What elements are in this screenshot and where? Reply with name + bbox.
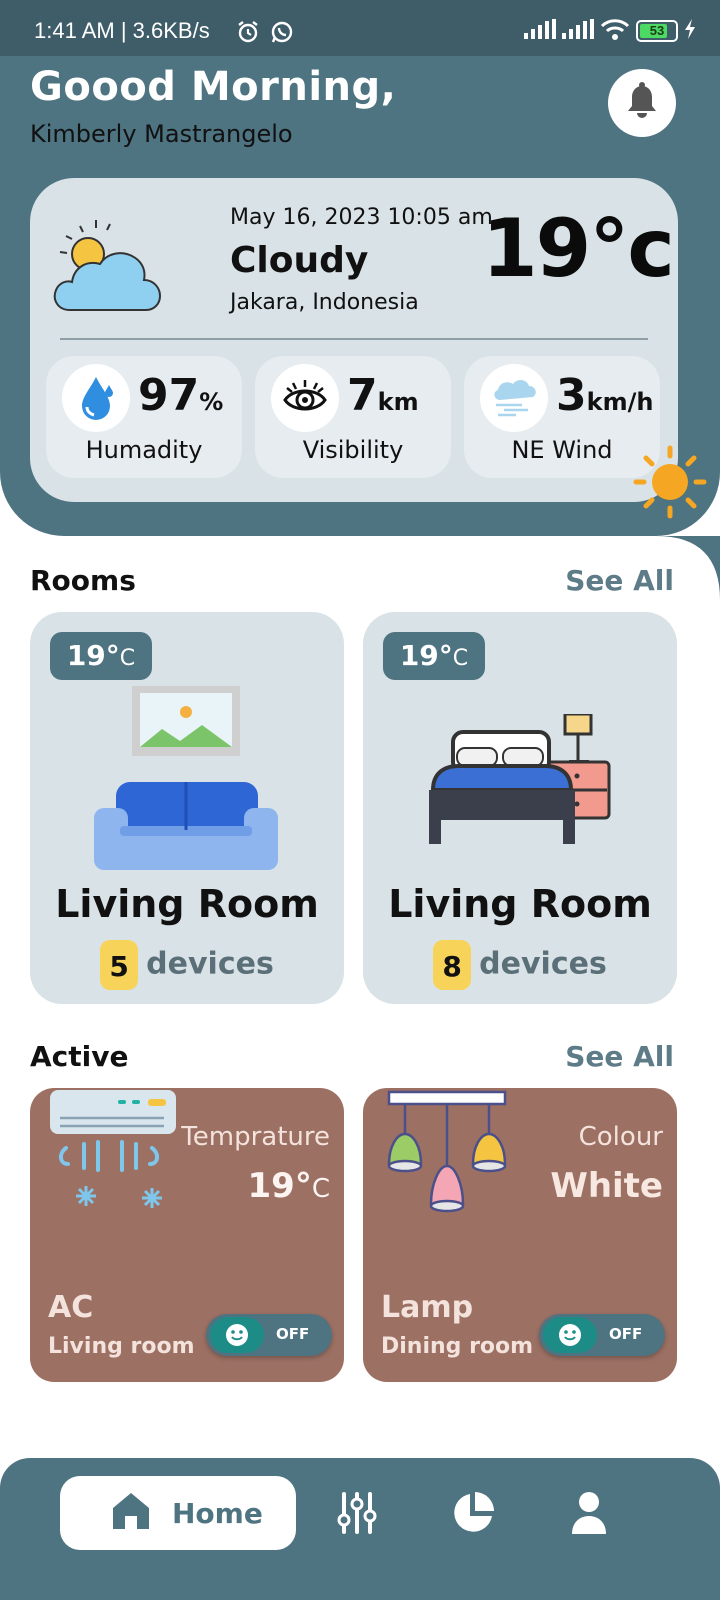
sofa-icon: [92, 686, 282, 876]
nav-home-tab[interactable]: Home: [60, 1476, 296, 1550]
humidity-unit: %: [199, 388, 224, 416]
visibility-value: 7: [347, 370, 378, 421]
visibility-label: Visibility: [302, 436, 404, 464]
visibility-stat: 7km Visibility: [255, 356, 451, 478]
device-count-badge: 5: [100, 940, 139, 990]
device-count-badge: 8: [433, 940, 472, 990]
active-see-all-link[interactable]: See All: [565, 1040, 674, 1073]
wind-label: NE Wind: [511, 436, 613, 464]
water-drop-icon: [62, 364, 130, 432]
battery-icon: 53: [636, 20, 678, 42]
toggle-state: OFF: [609, 1325, 643, 1343]
pie-chart-icon[interactable]: [450, 1490, 496, 1536]
device-name: Lamp: [381, 1290, 474, 1325]
temperature-number: 19°: [247, 1166, 312, 1206]
bottom-navigation: Home: [0, 1458, 720, 1600]
signal-icon: [562, 19, 594, 43]
nav-home-label: Home: [172, 1496, 263, 1530]
home-icon: [110, 1490, 152, 1536]
device-room: Living room: [48, 1334, 195, 1359]
smile-icon: [210, 1317, 264, 1353]
toggle-state: OFF: [276, 1325, 310, 1343]
weather-card: May 16, 2023 10:05 am Cloudy Jakara, Ind…: [30, 178, 678, 502]
weather-condition: Cloudy: [230, 240, 369, 281]
rooms-title: Rooms: [30, 564, 136, 597]
room-devices: 5 devices: [30, 940, 344, 990]
sun-icon: [632, 444, 708, 524]
power-toggle[interactable]: OFF: [539, 1314, 665, 1356]
room-name: Living Room: [55, 882, 319, 926]
weather-location: Jakara, Indonesia: [230, 290, 419, 315]
wifi-icon: [600, 18, 630, 44]
weather-date: May 16, 2023 10:05 am: [230, 205, 493, 230]
humidity-label: Humadity: [85, 436, 203, 464]
eye-icon: [271, 364, 339, 432]
active-device-card[interactable]: Temprature 19°C AC Living room OFF: [30, 1088, 344, 1382]
alarm-icon: [236, 20, 260, 48]
status-time: 1:41 AM | 3.6KB/s: [34, 18, 210, 43]
power-toggle[interactable]: OFF: [206, 1314, 332, 1356]
room-temp-unit: C: [119, 646, 136, 671]
active-title: Active: [30, 1040, 129, 1073]
weather-temperature: 19°c: [482, 202, 675, 295]
sliders-icon[interactable]: [334, 1490, 380, 1536]
room-devices: 8 devices: [363, 940, 677, 990]
cloudy-weather-icon: [50, 214, 174, 322]
status-bar: 1:41 AM | 3.6KB/s 53: [0, 0, 720, 56]
colour-label: Colour: [578, 1122, 663, 1152]
bed-icon: [427, 712, 613, 852]
wind-unit: km/h: [586, 388, 654, 416]
room-temp-unit: C: [452, 646, 469, 671]
notifications-button[interactable]: [608, 69, 676, 137]
room-temp-value: 19°: [399, 639, 453, 672]
charging-icon: [684, 19, 696, 43]
room-name: Living Room: [388, 882, 652, 926]
temperature-label: Temprature: [181, 1122, 330, 1152]
bell-icon: [624, 82, 660, 124]
device-room: Dining room: [381, 1334, 534, 1359]
greeting-title: Goood Morning,: [30, 64, 397, 110]
whatsapp-icon: [270, 20, 294, 48]
user-name: Kimberly Mastrangelo: [30, 120, 293, 148]
wind-value: 3: [556, 370, 587, 421]
room-card[interactable]: 19°C Living Room 5 devices: [30, 612, 344, 1004]
colour-value: White: [550, 1166, 663, 1206]
devices-label: devices: [479, 946, 607, 982]
battery-level: 53: [649, 23, 665, 38]
room-temp-value: 19°: [66, 639, 120, 672]
wind-cloud-icon: [480, 364, 548, 432]
devices-label: devices: [146, 946, 274, 982]
signal-icon: [524, 19, 556, 43]
user-icon[interactable]: [566, 1490, 612, 1536]
temperature-value: 19°C: [248, 1166, 330, 1206]
rooms-see-all-link[interactable]: See All: [565, 564, 674, 597]
pendant-lamp-icon: [385, 1090, 511, 1220]
active-device-card[interactable]: Colour White Lamp Dining room OFF: [363, 1088, 677, 1382]
visibility-unit: km: [377, 388, 419, 416]
humidity-value: 97: [138, 370, 200, 421]
smile-icon: [543, 1317, 597, 1353]
status-indicators: 53: [524, 18, 696, 44]
temperature-unit: C: [311, 1174, 330, 1204]
air-conditioner-icon: [48, 1090, 178, 1224]
room-temp-badge: 19°C: [50, 632, 152, 680]
room-card[interactable]: 19°C Living Room 8 devices: [363, 612, 677, 1004]
humidity-stat: 97% Humadity: [46, 356, 242, 478]
wind-stat: 3km/h NE Wind: [464, 356, 660, 478]
weather-divider: [60, 338, 648, 340]
device-name: AC: [48, 1290, 94, 1325]
room-temp-badge: 19°C: [383, 632, 485, 680]
